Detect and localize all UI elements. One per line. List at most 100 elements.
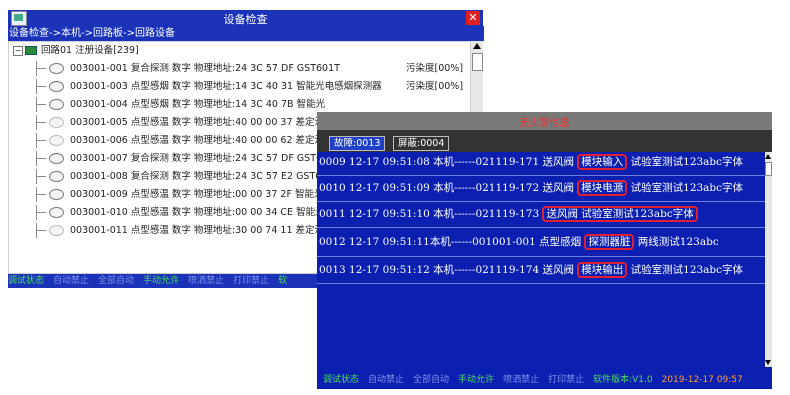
tree-row[interactable]: 003001-006 点型感温 数字 物理地址:40 00 00 62 差定温 <box>33 133 324 148</box>
status-item: 打印禁止 <box>233 276 270 286</box>
alarm-window-title: 无火警信息 <box>519 118 570 129</box>
status-item: 全部自动 <box>98 276 135 286</box>
detector-icon <box>49 171 64 182</box>
detector-icon <box>49 207 64 218</box>
device-text: 003001-010 点型感温 数字 物理地址:00 00 34 CE 智能光 <box>70 207 325 218</box>
status-item: 调试状态 <box>323 375 360 385</box>
scroll-up-icon[interactable] <box>765 154 771 159</box>
alarm-text: 0009 12-17 09:51:08 本机------021119-171 送… <box>319 156 578 168</box>
pollution-text: 污染度[00%] <box>406 63 464 74</box>
alarm-info-window: 无火警信息 故障:0013 屏蔽:0004 0009 12-17 09:51:0… <box>317 112 772 389</box>
scroll-up-icon[interactable] <box>473 43 481 49</box>
tab-shield[interactable]: 屏蔽:0004 <box>393 136 450 151</box>
detector-icon <box>49 63 64 74</box>
tree-branch-icon <box>33 61 47 76</box>
loop-board-icon <box>25 46 37 55</box>
status-item: 软 <box>278 276 288 286</box>
tree-branch-icon <box>33 187 47 202</box>
alarm-list[interactable]: 0009 12-17 09:51:08 本机------021119-171 送… <box>317 152 765 367</box>
list-item[interactable]: 0011 12-17 09:51:10 本机------021119-173 送… <box>319 204 698 224</box>
heat-detector-icon <box>49 117 64 128</box>
list-item[interactable]: 0010 12-17 09:51:09 本机------021119-172 送… <box>319 178 743 198</box>
device-text: 003001-006 点型感温 数字 物理地址:40 00 00 62 差定温 <box>70 135 325 146</box>
alarm-scrollbar[interactable] <box>765 152 772 367</box>
device-text: 003001-009 点型感温 数字 物理地址:00 00 37 2F 智能光 <box>70 189 324 200</box>
status-item: 调试状态 <box>8 276 45 286</box>
tree-row[interactable]: 003001-007 复合探测 数字 物理地址:24 3C 57 DF GST6 <box>33 151 322 166</box>
alarm-type-highlight: 送风阀 试验室测试123abc字体 <box>542 206 698 222</box>
alarm-text: 试验室测试123abc字体 <box>627 156 744 168</box>
device-text: 003001-011 点型感温 数字 物理地址:30 00 74 11 差定温 <box>70 225 325 236</box>
device-text: 003001-007 复合探测 数字 物理地址:24 3C 57 DF GST6 <box>70 153 323 164</box>
alarm-type-highlight: 模块电源 <box>577 180 628 196</box>
tree-branch-icon <box>33 151 47 166</box>
row-divider <box>317 175 765 176</box>
tree-branch-icon <box>33 79 47 94</box>
heat-detector-icon <box>49 135 64 146</box>
tree-branch-icon <box>33 223 47 238</box>
detector-icon <box>49 153 64 164</box>
tree-row[interactable]: 003001-009 点型感温 数字 物理地址:00 00 37 2F 智能光 <box>33 187 323 202</box>
tree-row[interactable]: 003001-003 点型感烟 数字 物理地址:14 3C 40 31 智能光电… <box>33 79 463 94</box>
device-text: 003001-001 复合探测 数字 物理地址:24 3C 57 DF GST6… <box>70 63 340 74</box>
tree-row[interactable]: 003001-004 点型感烟 数字 物理地址:14 3C 40 7B 智能光 <box>33 97 325 112</box>
device-text: 003001-004 点型感烟 数字 物理地址:14 3C 40 7B 智能光 <box>70 99 326 110</box>
detector-icon <box>49 99 64 110</box>
status-item: 打印禁止 <box>548 375 585 385</box>
tree-branch-icon <box>33 115 47 130</box>
row-divider <box>317 283 765 284</box>
tree-row[interactable]: 003001-010 点型感温 数字 物理地址:00 00 34 CE 智能光 <box>33 205 325 220</box>
status-item: 自动禁止 <box>53 276 90 286</box>
status-item: 手动允许 <box>143 276 180 286</box>
scroll-thumb[interactable] <box>765 162 772 176</box>
device-text: 003001-005 点型感温 数字 物理地址:40 00 00 37 差定温 <box>70 117 325 128</box>
list-item[interactable]: 0009 12-17 09:51:08 本机------021119-171 送… <box>319 152 743 172</box>
scroll-thumb[interactable] <box>472 53 483 71</box>
row-divider <box>317 201 765 202</box>
detector-icon <box>49 81 64 92</box>
row-divider <box>317 227 765 228</box>
tree-row[interactable]: 003001-005 点型感温 数字 物理地址:40 00 00 37 差定温 <box>33 115 324 130</box>
alarm-text: 试验室测试123abc字体 <box>627 264 744 276</box>
alarm-tabs: 故障:0013 屏蔽:0004 <box>317 130 772 152</box>
breadcrumb: 设备检查->本机->回路板->回路设备 <box>8 26 484 41</box>
alarm-title-bar[interactable]: 无火警信息 <box>317 112 772 130</box>
alarm-type-highlight: 模块输出 <box>577 262 628 278</box>
alarm-text: 0010 12-17 09:51:09 本机------021119-172 送… <box>319 182 578 194</box>
alarm-type-highlight: 探测器脏 <box>584 234 635 250</box>
window-title: 设备检查 <box>223 13 268 26</box>
alarm-type-highlight: 模块输入 <box>577 154 628 170</box>
alarm-text: 0012 12-17 09:51:11本机------001001-001 点型… <box>319 236 585 248</box>
list-item[interactable]: 0013 12-17 09:51:12 本机------021119-174 送… <box>319 260 743 280</box>
software-version: 软件版本:V1.0 <box>593 375 653 385</box>
tree-row[interactable]: 003001-008 复合探测 数字 物理地址:24 3C 57 E2 GST6 <box>33 169 321 184</box>
device-text: 003001-008 复合探测 数字 物理地址:24 3C 57 E2 GST6 <box>70 171 322 182</box>
tree-row[interactable]: 003001-001 复合探测 数字 物理地址:24 3C 57 DF GST6… <box>33 61 463 76</box>
tree-root-label: 回路01 注册设备[239] <box>41 45 139 56</box>
status-item: 全部自动 <box>413 375 450 385</box>
heat-detector-icon <box>49 225 64 236</box>
tree-branch-icon <box>33 205 47 220</box>
alarm-text: 试验室测试123abc字体 <box>627 182 744 194</box>
close-button[interactable]: ✕ <box>466 11 480 25</box>
alarm-text: 0013 12-17 09:51:12 本机------021119-174 送… <box>319 264 578 276</box>
datetime: 2019-12-17 09:57 <box>661 375 743 385</box>
alarm-text: 0011 12-17 09:51:10 本机------021119-173 <box>319 208 543 220</box>
device-text: 003001-003 点型感烟 数字 物理地址:14 3C 40 31 智能光电… <box>70 81 382 92</box>
status-item: 喷洒禁止 <box>503 375 540 385</box>
title-bar[interactable]: 设备检查 ✕ <box>8 10 483 26</box>
row-divider <box>317 256 765 257</box>
status-item: 喷洒禁止 <box>188 276 225 286</box>
tree-root[interactable]: − 回路01 注册设备[239] <box>13 43 139 58</box>
collapse-icon[interactable]: − <box>13 45 23 56</box>
tree-row[interactable]: 003001-011 点型感温 数字 物理地址:30 00 74 11 差定温 <box>33 223 324 238</box>
tree-branch-icon <box>33 169 47 184</box>
detector-icon <box>49 189 64 200</box>
pollution-text: 污染度[00%] <box>406 81 464 92</box>
tree-branch-icon <box>33 97 47 112</box>
alarm-status-bar: 调试状态 自动禁止 全部自动 手动允许 喷洒禁止 打印禁止 软件版本:V1.0 2019-12… <box>317 372 772 389</box>
tree-branch-icon <box>33 133 47 148</box>
list-item[interactable]: 0012 12-17 09:51:11本机------001001-001 点型… <box>319 232 719 252</box>
tab-fault[interactable]: 故障:0013 <box>329 136 386 151</box>
scroll-down-icon[interactable] <box>765 360 771 365</box>
